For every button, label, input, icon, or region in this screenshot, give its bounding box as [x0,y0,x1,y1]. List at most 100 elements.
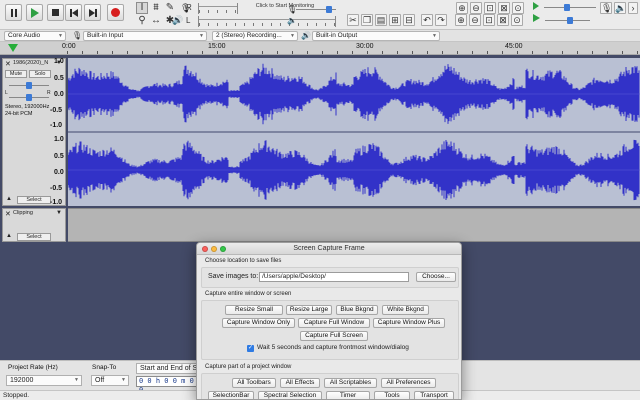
label-track-area[interactable] [68,208,640,242]
record-gain-button[interactable]: 🎙 [600,2,612,14]
selection-mode-select[interactable]: Start and End of S [136,363,200,374]
choose-folder-button[interactable]: Choose... [416,272,456,282]
selection-tool-icon[interactable]: I [136,2,148,14]
zoom-window-icon[interactable] [220,246,226,252]
collapse-label-track-icon[interactable]: ▲ [6,233,12,239]
speaker-icon[interactable]: 🔊 [172,15,183,26]
all-toolbars-button[interactable]: All Toolbars [232,378,276,388]
resize-small-button[interactable]: Resize Small [225,305,283,315]
all-preferences-button[interactable]: All Preferences [381,378,436,388]
zoom-out-top-button[interactable]: ⊖ [470,2,482,14]
record-button[interactable] [107,4,124,21]
redo-button[interactable]: ↷ [435,14,447,26]
fit-project-top-button[interactable]: ⊠ [498,2,510,14]
transport-button[interactable]: Transport [414,391,454,399]
play-speed-slider[interactable] [545,16,590,25]
track-format-line: Stereo, 192000Hz [5,104,50,110]
timer-button[interactable]: Timer [326,391,370,399]
tools-button[interactable]: Tools [374,391,410,399]
capture-window-plus-button[interactable]: Capture Window Plus [373,318,445,328]
label-track-menu-icon[interactable]: ▼ [56,210,62,216]
gain-slider[interactable] [544,3,596,12]
resize-large-button[interactable]: Resize Large [286,305,332,315]
play-head-marker-icon[interactable] [8,44,18,52]
selectionbar-button[interactable]: SelectionBar [208,391,254,399]
play-loop-button[interactable] [530,2,542,14]
mute-button[interactable]: Mute [5,70,27,78]
draw-tool-icon[interactable]: ✎ [164,2,176,14]
audio-host-select[interactable]: Core Audio ▼ [4,31,66,41]
recording-device-select[interactable]: Built-in Input ▼ [83,31,207,41]
all-scriptables-button[interactable]: All Scriptables [324,378,377,388]
fit-selection-button[interactable]: ⊡ [483,14,495,26]
record-meter[interactable]: R [186,3,238,14]
track-name[interactable]: 1986(2020)_N [13,60,50,66]
playback-meter[interactable]: L [186,16,336,27]
scale-label: -0.5 [50,107,63,114]
timeshift-tool-icon[interactable]: ↔ [150,15,162,27]
waveform-area[interactable] [68,58,640,206]
toolbar-overflow-button[interactable]: › [628,2,638,14]
magnify-project-icon: ⊠ [500,3,508,13]
collapse-icon[interactable]: ▲ [6,196,12,202]
cut-button[interactable]: ✂ [347,14,359,26]
record-icon [111,8,120,17]
all-effects-button[interactable]: All Effects [280,378,320,388]
magnify-plus-icon: ⊕ [458,3,466,13]
paste-icon: ▤ [376,15,386,25]
save-path-input[interactable]: /Users/apple/Desktop/ [259,272,409,282]
playback-device-select[interactable]: Built-in Output ▼ [312,31,440,41]
solo-button[interactable]: Solo [29,70,51,78]
skip-to-start-button[interactable] [65,4,82,21]
track-gain-slider[interactable] [9,81,49,90]
recording-volume-slider[interactable] [296,5,336,14]
blue-background-button[interactable]: Blue Bkgnd [336,305,378,315]
close-track-icon[interactable]: ✕ [5,60,11,68]
silence-button[interactable]: ⊟ [403,14,415,26]
close-window-icon[interactable] [202,246,208,252]
wait-checkbox[interactable]: ✓ [247,345,254,352]
play-at-speed-button[interactable] [530,14,542,26]
play-button[interactable] [26,4,43,21]
label-track-name[interactable]: Clipping [13,210,50,216]
spectral-selection-button[interactable]: Spectral Selection [258,391,322,399]
timeline-label: 0:00 [62,43,76,50]
snap-to-select[interactable]: Off ▼ [91,375,129,386]
minimize-window-icon[interactable] [211,246,217,252]
track-pan-slider[interactable] [9,93,49,102]
pause-icon [10,8,17,17]
scale-label: 0.0 [54,169,64,176]
capture-full-window-button[interactable]: Capture Full Window [298,318,370,328]
envelope-tool-icon[interactable]: ⩩ [150,2,162,14]
recording-channels-select[interactable]: 2 (Stereo) Recording... ▼ [212,31,298,41]
playback-gain-button[interactable]: 🔈 [614,2,626,14]
zoom-toggle-button[interactable]: ⊙ [511,14,523,26]
playback-device-value: Built-in Output [316,32,358,39]
copy-button[interactable]: ❐ [361,14,373,26]
zoom-in-top-button[interactable]: ⊕ [456,2,468,14]
trim-button[interactable]: ⊞ [389,14,401,26]
dialog-title: Screen Capture Frame [197,243,461,255]
skip-to-end-button[interactable] [84,4,101,21]
capture-full-screen-button[interactable]: Capture Full Screen [300,331,368,341]
zoom-in-button[interactable]: ⊕ [455,14,467,26]
select-track-button[interactable]: Select [17,196,51,204]
close-label-track-icon[interactable]: ✕ [5,210,11,218]
project-rate-select[interactable]: 192000 ▼ [6,375,82,386]
zoom-toggle-top-button[interactable]: ⊙ [512,2,524,14]
undo-button[interactable]: ↶ [421,14,433,26]
stop-button[interactable] [47,4,64,21]
section-project-window: Capture part of a project window [205,364,292,370]
pause-button[interactable] [5,4,22,21]
zoom-tool-icon[interactable]: ⚲ [136,15,148,27]
zoom-out-button[interactable]: ⊖ [469,14,481,26]
select-label-track-button[interactable]: Select [17,233,51,241]
white-background-button[interactable]: White Bkgnd [382,305,429,315]
label-track-panel[interactable]: ✕ Clipping ▼ ▲ Select [2,208,66,242]
paste-button[interactable]: ▤ [375,14,387,26]
fit-top-button[interactable]: ⊡ [484,2,496,14]
capture-window-only-button[interactable]: Capture Window Only [222,318,295,328]
timeline-ruler[interactable]: 0:00 15:00 30:00 45:00 [0,42,640,55]
selection-start-time[interactable]: 0 0 h 0 0 m 0 0 [136,376,200,394]
fit-project-button[interactable]: ⊠ [497,14,509,26]
